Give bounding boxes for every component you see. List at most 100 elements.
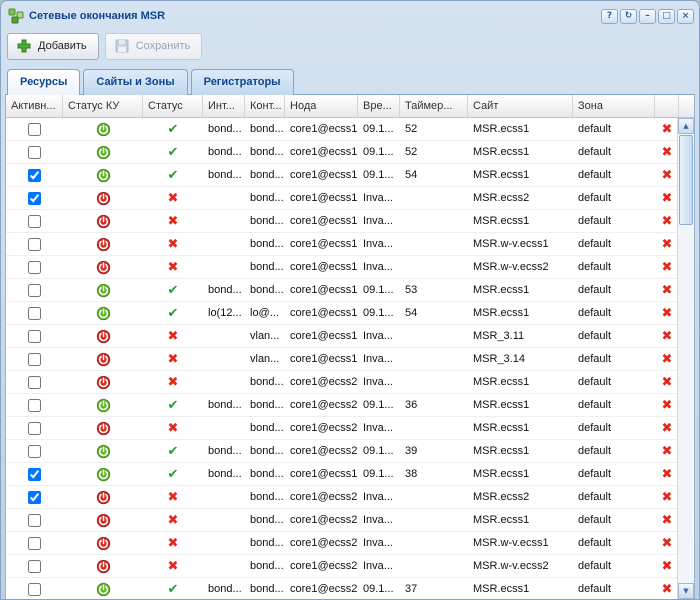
table-row[interactable]: ✔ bond... bond... core1@ecss1 09.1... 52… (6, 118, 677, 141)
delete-icon[interactable]: ✖ (662, 169, 673, 182)
delete-icon[interactable]: ✖ (662, 238, 673, 251)
table-row[interactable]: ✖ bond... core1@ecss1 Inva... MSR.ecss2 … (6, 187, 677, 210)
help-button[interactable]: ? (601, 9, 618, 24)
close-button[interactable]: × (677, 9, 694, 24)
scroll-thumb[interactable] (679, 135, 693, 225)
delete-icon[interactable]: ✖ (662, 399, 673, 412)
delete-icon[interactable]: ✖ (662, 284, 673, 297)
tab-registrars[interactable]: Регистраторы (191, 69, 294, 95)
active-checkbox[interactable] (28, 169, 41, 182)
column-header-site[interactable]: Сайт (468, 95, 573, 118)
table-row[interactable]: ✖ bond... core1@ecss1 Inva... MSR.w-v.ec… (6, 233, 677, 256)
active-checkbox[interactable] (28, 422, 41, 435)
delete-icon[interactable]: ✖ (662, 445, 673, 458)
delete-icon[interactable]: ✖ (662, 376, 673, 389)
table-row[interactable]: ✖ bond... core1@ecss2 Inva... MSR.ecss1 … (6, 417, 677, 440)
table-row[interactable]: ✖ bond... core1@ecss2 Inva... MSR.w-v.ec… (6, 555, 677, 578)
table-row[interactable]: ✔ bond... bond... core1@ecss1 09.1... 38… (6, 463, 677, 486)
table-row[interactable]: ✔ bond... bond... core1@ecss2 09.1... 37… (6, 578, 677, 599)
cell-node: core1@ecss2 (285, 537, 358, 549)
column-header-time[interactable]: Вре... (358, 95, 400, 118)
active-checkbox[interactable] (28, 215, 41, 228)
active-checkbox[interactable] (28, 491, 41, 504)
column-header-context[interactable]: Конт... (245, 95, 285, 118)
active-checkbox[interactable] (28, 146, 41, 159)
delete-icon[interactable]: ✖ (662, 560, 673, 573)
minimize-button[interactable]: – (639, 9, 656, 24)
table-row[interactable]: ✖ bond... core1@ecss2 Inva... MSR.ecss1 … (6, 371, 677, 394)
table-row[interactable]: ✔ bond... bond... core1@ecss2 09.1... 39… (6, 440, 677, 463)
table-row[interactable]: ✖ vlan... core1@ecss1 Inva... MSR_3.11 d… (6, 325, 677, 348)
active-checkbox[interactable] (28, 261, 41, 274)
active-checkbox[interactable] (28, 445, 41, 458)
table-row[interactable]: ✖ bond... core1@ecss2 Inva... MSR.ecss2 … (6, 486, 677, 509)
save-icon (114, 38, 130, 54)
column-header-timer[interactable]: Таймер... (400, 95, 468, 118)
active-checkbox[interactable] (28, 123, 41, 136)
table-row[interactable]: ✖ bond... core1@ecss2 Inva... MSR.ecss1 … (6, 509, 677, 532)
table-row[interactable]: ✔ bond... bond... core1@ecss1 09.1... 53… (6, 279, 677, 302)
column-header-status[interactable]: Статус (143, 95, 203, 118)
maximize-button[interactable]: □ (658, 9, 675, 24)
active-checkbox[interactable] (28, 238, 41, 251)
active-checkbox[interactable] (28, 376, 41, 389)
cell-zone: default (573, 399, 655, 411)
cell-time: Inva... (358, 238, 400, 250)
refresh-button[interactable]: ↻ (620, 9, 637, 24)
cell-timer: 52 (400, 123, 468, 135)
delete-icon[interactable]: ✖ (662, 261, 673, 274)
delete-icon[interactable]: ✖ (662, 146, 673, 159)
scroll-down-icon[interactable]: ▼ (678, 583, 694, 599)
active-checkbox[interactable] (28, 468, 41, 481)
cell-site: MSR.ecss1 (468, 583, 573, 595)
cell-node: core1@ecss1 (285, 284, 358, 296)
delete-icon[interactable]: ✖ (662, 514, 673, 527)
active-checkbox[interactable] (28, 284, 41, 297)
column-header-ku-status[interactable]: Статус КУ (63, 95, 143, 118)
column-header-interface[interactable]: Инт... (203, 95, 245, 118)
active-checkbox[interactable] (28, 514, 41, 527)
active-checkbox[interactable] (28, 537, 41, 550)
table-row[interactable]: ✖ bond... core1@ecss1 Inva... MSR.ecss1 … (6, 210, 677, 233)
active-checkbox[interactable] (28, 330, 41, 343)
add-button[interactable]: Добавить (7, 33, 99, 60)
power-status-icon (96, 444, 111, 459)
column-header-actions[interactable] (655, 95, 679, 118)
scroll-up-icon[interactable]: ▲ (678, 118, 694, 134)
table-row[interactable]: ✖ bond... core1@ecss2 Inva... MSR.w-v.ec… (6, 532, 677, 555)
titlebar: Сетевые окончания MSR ? ↻ – □ × (5, 1, 695, 27)
delete-icon[interactable]: ✖ (662, 583, 673, 596)
active-checkbox[interactable] (28, 583, 41, 596)
column-header-node[interactable]: Нода (285, 95, 358, 118)
table-row[interactable]: ✔ bond... bond... core1@ecss2 09.1... 36… (6, 394, 677, 417)
delete-icon[interactable]: ✖ (662, 353, 673, 366)
scroll-track[interactable] (678, 226, 694, 583)
tab-resources[interactable]: Ресурсы (7, 69, 80, 95)
delete-icon[interactable]: ✖ (662, 307, 673, 320)
table-row[interactable]: ✔ lo(12... lo@... core1@ecss1 09.1... 54… (6, 302, 677, 325)
delete-icon[interactable]: ✖ (662, 215, 673, 228)
active-checkbox[interactable] (28, 353, 41, 366)
delete-icon[interactable]: ✖ (662, 422, 673, 435)
delete-icon[interactable]: ✖ (662, 330, 673, 343)
tab-sites-zones[interactable]: Сайты и Зоны (83, 69, 187, 95)
delete-icon[interactable]: ✖ (662, 491, 673, 504)
save-button[interactable]: Сохранить (105, 33, 203, 60)
status-icon: ✖ (168, 238, 179, 251)
active-checkbox[interactable] (28, 399, 41, 412)
delete-icon[interactable]: ✖ (662, 468, 673, 481)
active-checkbox[interactable] (28, 560, 41, 573)
table-row[interactable]: ✔ bond... bond... core1@ecss1 09.1... 52… (6, 141, 677, 164)
column-header-active[interactable]: Активн... (6, 95, 63, 118)
active-checkbox[interactable] (28, 307, 41, 320)
table-row[interactable]: ✖ vlan... core1@ecss1 Inva... MSR_3.14 d… (6, 348, 677, 371)
table-row[interactable]: ✔ bond... bond... core1@ecss1 09.1... 54… (6, 164, 677, 187)
grid-body: ✔ bond... bond... core1@ecss1 09.1... 52… (6, 118, 677, 599)
scrollbar[interactable]: ▲ ▼ (677, 118, 694, 599)
column-header-zone[interactable]: Зона (573, 95, 655, 118)
delete-icon[interactable]: ✖ (662, 192, 673, 205)
delete-icon[interactable]: ✖ (662, 123, 673, 136)
delete-icon[interactable]: ✖ (662, 537, 673, 550)
table-row[interactable]: ✖ bond... core1@ecss1 Inva... MSR.w-v.ec… (6, 256, 677, 279)
active-checkbox[interactable] (28, 192, 41, 205)
